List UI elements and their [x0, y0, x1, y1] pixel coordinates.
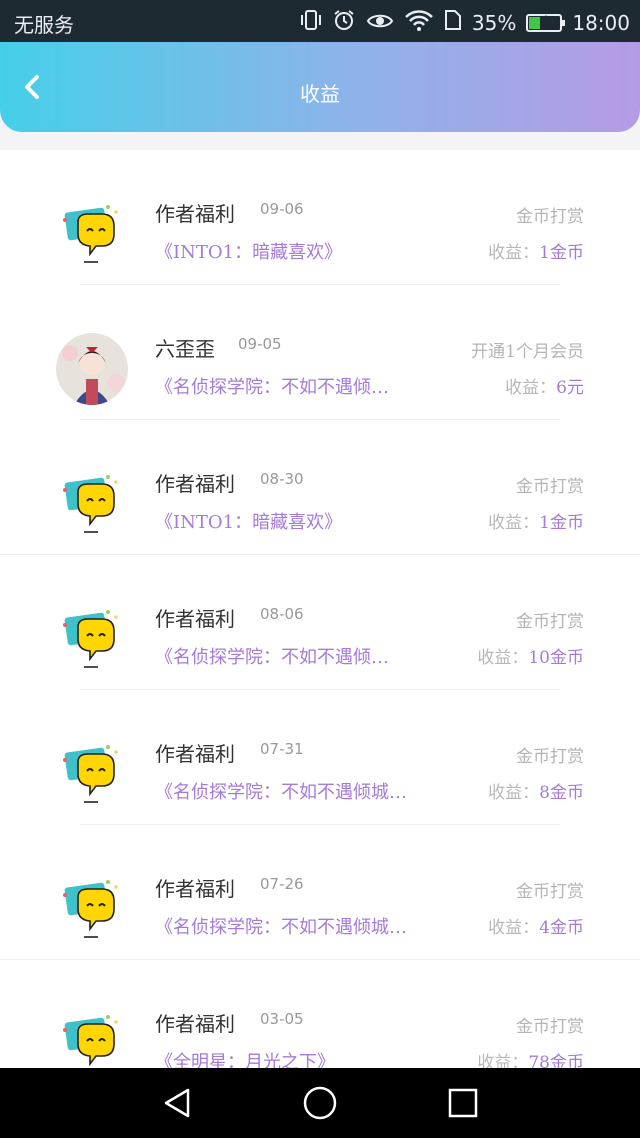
income-record[interactable]: 作者福利 09-06 金币打赏《INTO1：暗藏喜欢》 收益：1金币 [0, 150, 640, 285]
record-income: 收益：4金币 [488, 913, 584, 938]
income-label: 收益： [477, 648, 529, 668]
square-recents-icon [448, 1088, 478, 1118]
chat-bubble-icon [56, 198, 128, 270]
record-name: 作者福利 [155, 877, 235, 901]
income-value: 6元 [556, 378, 584, 398]
record-book-title[interactable]: 《INTO1：暗藏喜欢》 [155, 508, 342, 534]
income-label: 收益： [488, 783, 540, 803]
record-income: 收益：78金币 [477, 1048, 584, 1068]
income-record[interactable]: 作者福利 07-26 金币打赏《名侦探学院：不如不遇倾城… 收益：4金币 [0, 825, 640, 960]
chat-bubble-icon [56, 1008, 128, 1068]
record-income: 收益：1金币 [488, 238, 584, 263]
chat-bubble-icon [56, 468, 128, 540]
status-icons: 35% ⚡ 18:00 [300, 8, 630, 37]
circle-home-icon [303, 1086, 337, 1120]
income-record[interactable]: 作者福利 08-30 金币打赏《INTO1：暗藏喜欢》 收益：1金币 [0, 420, 640, 555]
income-label: 收益： [488, 918, 540, 938]
system-nav-bar [0, 1068, 640, 1138]
income-value: 1金币 [539, 513, 584, 533]
record-date: 09-05 [238, 335, 282, 353]
record-type: 金币打赏 [516, 882, 584, 902]
income-label: 收益： [477, 1053, 529, 1068]
record-name: 作者福利 [155, 472, 235, 496]
app-header: 收益 [0, 42, 640, 132]
eye-comfort-icon [366, 9, 394, 36]
record-type: 金币打赏 [516, 477, 584, 497]
record-book-title[interactable]: 《名侦探学院：不如不遇倾城… [155, 778, 407, 804]
vibrate-icon [300, 9, 322, 36]
income-label: 收益： [505, 378, 557, 398]
income-value: 4金币 [539, 918, 584, 938]
triangle-back-icon [164, 1088, 190, 1118]
battery-percent: 35% [471, 10, 517, 35]
income-record[interactable]: 作者福利 08-06 金币打赏《名侦探学院：不如不遇倾… 收益：10金币 [0, 555, 640, 690]
record-name: 作者福利 [155, 742, 235, 766]
record-date: 07-31 [260, 740, 304, 758]
income-value: 78金币 [528, 1053, 584, 1068]
income-label: 收益： [488, 243, 540, 263]
record-book-title[interactable]: 《全明星：月光之下》 [155, 1048, 335, 1068]
record-date: 08-30 [260, 470, 304, 488]
income-record[interactable]: 六歪歪 09-05 开通1个月会员《名侦探学院：不如不遇倾… 收益：6元 [0, 285, 640, 420]
income-list[interactable]: 作者福利 09-06 金币打赏 《INTO1：暗藏喜欢》 收益：1金币 六歪歪 09-05… [0, 150, 640, 1068]
record-book-title[interactable]: 《名侦探学院：不如不遇倾… [155, 373, 389, 399]
record-type: 开通1个月会员 [471, 342, 584, 362]
record-book-title[interactable]: 《名侦探学院：不如不遇倾城… [155, 913, 407, 939]
sim-icon [444, 9, 462, 36]
income-record[interactable]: 作者福利 03-05 金币打赏《全明星：月光之下》 收益：78金币 [0, 960, 640, 1068]
wifi-icon [404, 9, 434, 36]
record-type: 金币打赏 [516, 747, 584, 767]
income-label: 收益： [488, 513, 540, 533]
user-avatar [56, 333, 128, 405]
income-record[interactable]: 作者福利 07-31 金币打赏《名侦探学院：不如不遇倾城… 收益：8金币 [0, 690, 640, 825]
record-income: 收益：8金币 [488, 778, 584, 803]
carrier-text: 无服务 [14, 13, 74, 37]
battery-icon: ⚡ [526, 12, 566, 32]
record-income: 收益：1金币 [488, 508, 584, 533]
record-book-title[interactable]: 《名侦探学院：不如不遇倾… [155, 643, 389, 669]
nav-recents-button[interactable] [446, 1086, 480, 1120]
record-date: 09-06 [260, 200, 304, 218]
record-income: 收益：10金币 [477, 643, 584, 668]
income-value: 10金币 [528, 648, 584, 668]
record-date: 08-06 [260, 605, 304, 623]
page-title: 收益 [300, 82, 340, 106]
chat-bubble-icon [56, 873, 128, 945]
alarm-icon [332, 8, 356, 37]
nav-home-button[interactable] [303, 1086, 337, 1120]
record-type: 金币打赏 [516, 1017, 584, 1037]
record-income: 收益：6元 [505, 373, 584, 398]
record-type: 金币打赏 [516, 207, 584, 227]
record-name: 作者福利 [155, 607, 235, 631]
record-type: 金币打赏 [516, 612, 584, 632]
record-name: 作者福利 [155, 202, 235, 226]
status-bar: 无服务 35% ⚡ 18:00 [0, 0, 640, 42]
record-date: 07-26 [260, 875, 304, 893]
chat-bubble-icon [56, 738, 128, 810]
nav-back-button[interactable] [160, 1086, 194, 1120]
clock: 18:00 [572, 10, 630, 35]
record-date: 03-05 [260, 1010, 304, 1028]
chat-bubble-icon [56, 603, 128, 675]
charging-icon: ⚡ [538, 12, 549, 29]
record-name: 六歪歪 [155, 337, 215, 361]
record-name: 作者福利 [155, 1012, 235, 1036]
income-value: 8金币 [539, 783, 584, 803]
record-book-title[interactable]: 《INTO1：暗藏喜欢》 [155, 238, 342, 264]
income-value: 1金币 [539, 243, 584, 263]
